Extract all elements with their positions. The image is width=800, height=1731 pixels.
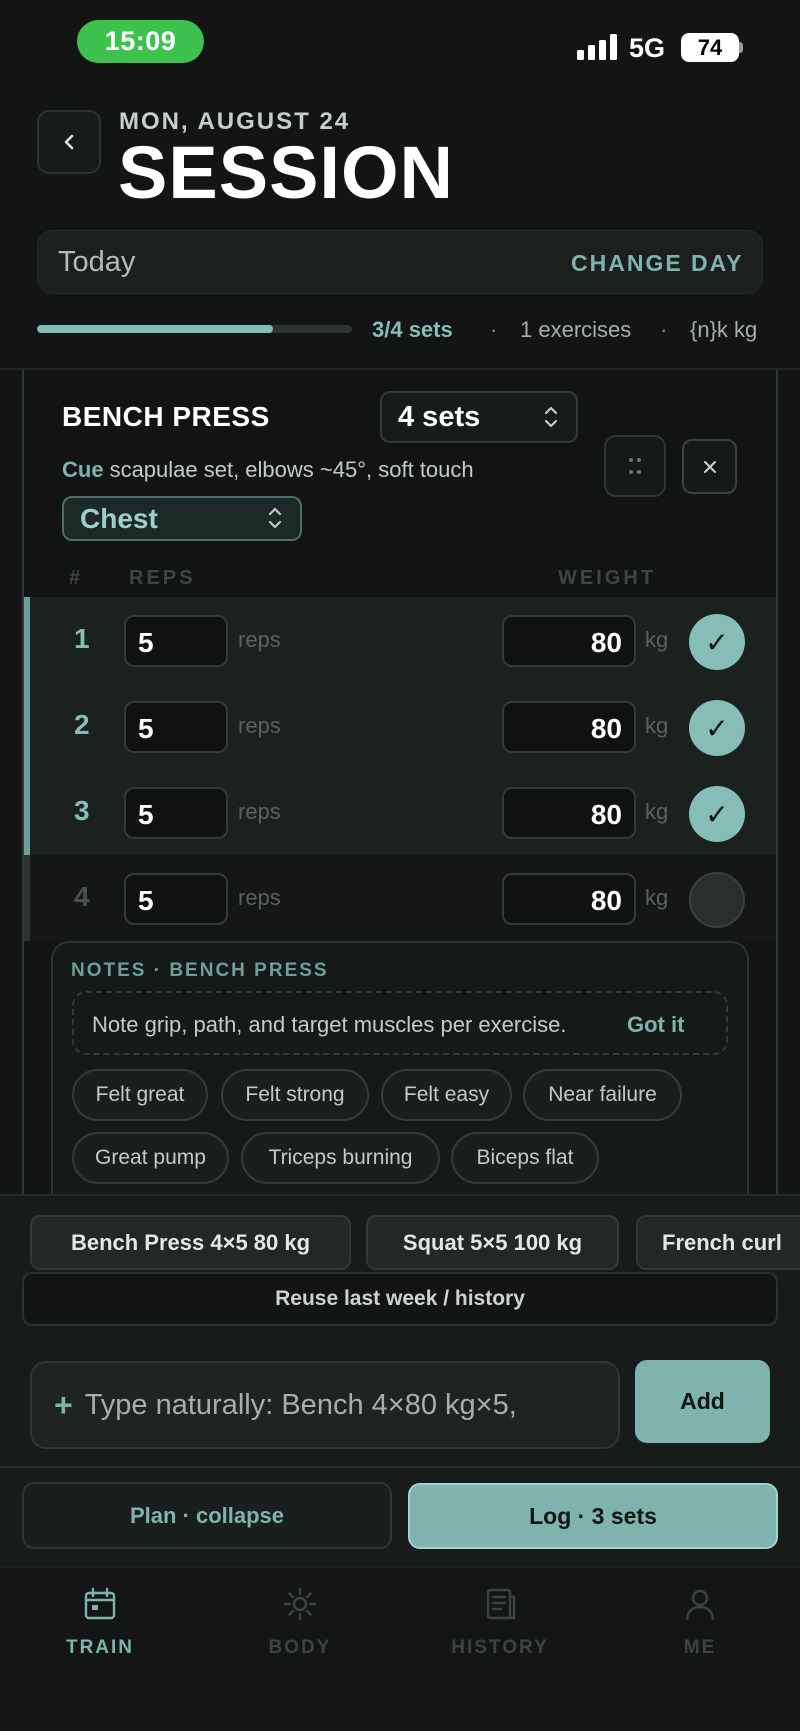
note-chip[interactable]: Triceps burning	[241, 1132, 440, 1184]
got-it-button[interactable]: Got it	[627, 1012, 684, 1038]
natural-language-placeholder: Type naturally: Bench 4×80 kg×5,	[84, 1388, 517, 1421]
tab-label: HISTORY	[451, 1637, 549, 1658]
row-accent	[24, 683, 30, 769]
back-button[interactable]	[37, 110, 101, 174]
natural-language-input[interactable]: + Type naturally: Bench 4×80 kg×5,	[30, 1361, 620, 1449]
tab-history[interactable]: HISTORY	[400, 1585, 600, 1659]
page-title: SESSION	[118, 131, 454, 214]
cue-text: scapulae set, elbows ~45°, soft touch	[109, 457, 474, 482]
set-row: 1 5 reps 80 kg ✓	[24, 597, 776, 683]
notes-title: NOTES · BENCH PRESS	[71, 960, 329, 981]
set-complete-toggle[interactable]: ✓	[689, 614, 745, 670]
reps-input[interactable]: 5	[124, 701, 228, 753]
muscle-group-value: Chest	[80, 502, 158, 534]
cue-label: Cue	[62, 457, 104, 482]
reps-unit: reps	[238, 627, 281, 652]
signal-icon	[577, 34, 617, 60]
note-chip[interactable]: Great pump	[72, 1132, 229, 1184]
tab-body[interactable]: BODY	[200, 1585, 400, 1659]
set-number: 1	[74, 623, 90, 654]
summary-load: {n}k kg	[690, 317, 758, 342]
panel-divider	[0, 1466, 800, 1468]
tab-label: BODY	[268, 1637, 332, 1658]
reps-input[interactable]: 5	[124, 787, 228, 839]
weight-unit: kg	[645, 885, 669, 910]
weight-unit: kg	[645, 627, 669, 652]
battery-icon: 74	[681, 33, 739, 62]
session-progress-fill	[37, 325, 274, 333]
row-accent	[24, 597, 30, 683]
tab-label: TRAIN	[65, 1637, 135, 1658]
weight-input[interactable]: 80	[502, 701, 636, 753]
sets-count-value: 4 sets	[398, 400, 481, 433]
muscle-group-select[interactable]: Chest	[62, 496, 302, 541]
chevron-left-icon	[64, 134, 74, 150]
drag-handle-icon	[629, 458, 641, 474]
note-chip[interactable]: Biceps flat	[451, 1132, 599, 1184]
remove-exercise-button[interactable]	[682, 439, 737, 494]
status-time: 15:09	[77, 20, 204, 63]
row-accent	[24, 855, 30, 941]
person-icon	[685, 1589, 715, 1621]
battery-nub	[739, 42, 743, 53]
set-number: 3	[74, 795, 90, 826]
column-header-number: #	[69, 567, 83, 589]
calendar-icon	[84, 1587, 116, 1620]
set-row: 4 5 reps 80 kg	[24, 855, 776, 941]
summary-separator: ·	[660, 317, 668, 342]
reps-unit: reps	[238, 713, 281, 738]
set-complete-toggle[interactable]: ✓	[689, 786, 745, 842]
plus-icon: +	[54, 1386, 73, 1423]
summary-separator: ·	[490, 317, 498, 342]
set-row: 3 5 reps 80 kg ✓	[24, 769, 776, 855]
column-header-reps: REPS	[129, 567, 196, 589]
weight-input[interactable]: 80	[502, 787, 636, 839]
reps-unit: reps	[238, 885, 281, 910]
exercise-cue: Cue scapulae set, elbows ~45°, soft touch	[62, 457, 474, 483]
note-chip[interactable]: Felt easy	[381, 1069, 512, 1121]
quick-add-chip[interactable]: Bench Press 4×5 80 kg	[30, 1215, 351, 1270]
close-icon	[703, 460, 716, 473]
tab-train[interactable]: TRAIN	[0, 1585, 200, 1659]
reps-input[interactable]: 5	[124, 615, 228, 667]
weight-unit: kg	[645, 799, 669, 824]
row-accent	[24, 769, 30, 855]
reps-input[interactable]: 5	[124, 873, 228, 925]
chevron-updown-icon	[266, 505, 284, 532]
note-chip[interactable]: Felt strong	[221, 1069, 369, 1121]
reps-unit: reps	[238, 799, 281, 824]
weight-input[interactable]: 80	[502, 873, 636, 925]
document-icon	[486, 1588, 516, 1620]
weight-unit: kg	[645, 713, 669, 738]
tab-label: ME	[683, 1637, 717, 1658]
set-row: 2 5 reps 80 kg ✓	[24, 683, 776, 769]
log-sets-button[interactable]: Log · 3 sets	[408, 1483, 778, 1549]
column-header-weight: WEIGHT	[558, 567, 656, 589]
notes-hint-text: Note grip, path, and target muscles per …	[92, 1012, 567, 1037]
reuse-history-button[interactable]: Reuse last week / history	[22, 1272, 778, 1326]
network-label: 5G	[629, 33, 666, 63]
day-value: Today	[58, 246, 136, 278]
summary-sets: 3/4 sets	[372, 317, 453, 342]
weight-input[interactable]: 80	[502, 615, 636, 667]
set-complete-toggle[interactable]: ✓	[689, 700, 745, 756]
session-progress-bar	[37, 325, 352, 333]
sun-icon	[283, 1587, 317, 1621]
drag-handle-button[interactable]	[604, 435, 666, 497]
add-button[interactable]: Add	[635, 1360, 770, 1443]
plan-collapse-button[interactable]: Plan · collapse	[22, 1482, 392, 1549]
exercise-name: BENCH PRESS	[62, 401, 270, 432]
quick-add-chip[interactable]: Squat 5×5 100 kg	[366, 1215, 619, 1270]
set-number: 2	[74, 709, 90, 740]
set-number: 4	[74, 881, 90, 912]
tab-me[interactable]: ME	[600, 1585, 800, 1659]
set-complete-toggle[interactable]	[689, 872, 745, 928]
note-chip[interactable]: Felt great	[72, 1069, 208, 1121]
chevron-updown-icon	[542, 404, 560, 431]
change-day-button[interactable]: CHANGE DAY	[571, 250, 744, 277]
sets-count-select[interactable]: 4 sets	[380, 391, 578, 443]
quick-add-chip[interactable]: French curl	[636, 1215, 800, 1270]
summary-exercises: 1 exercises	[520, 317, 632, 342]
note-chip[interactable]: Near failure	[523, 1069, 682, 1121]
